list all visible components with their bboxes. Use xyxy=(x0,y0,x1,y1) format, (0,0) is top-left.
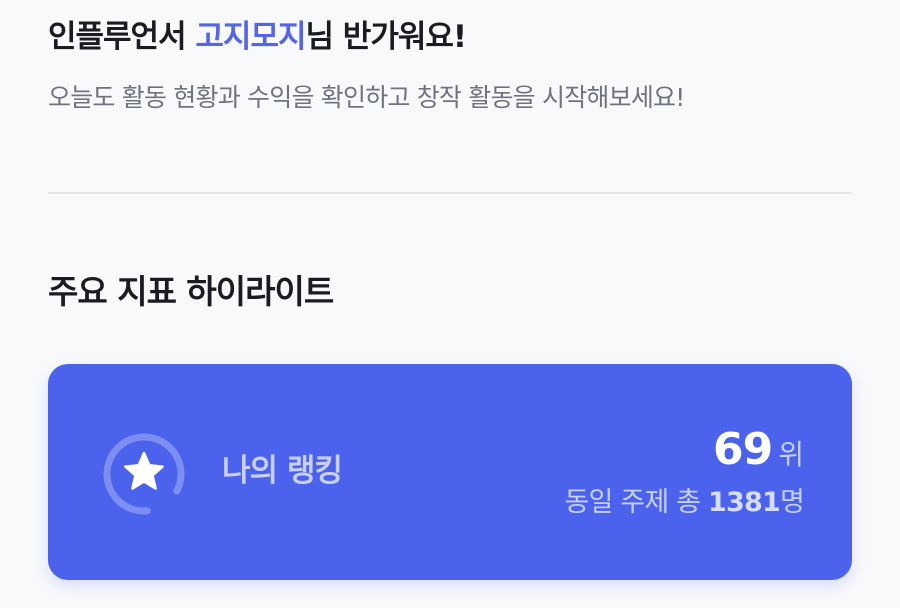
greeting-nickname: 고지모지 xyxy=(195,19,306,55)
star-icon xyxy=(103,433,185,515)
ranking-total-prefix: 동일 주제 총 xyxy=(564,487,708,518)
ranking-total-count: 1381 xyxy=(708,487,781,518)
highlight-section-title: 주요 지표 하이라이트 xyxy=(48,272,334,311)
greeting-suffix: 님 반가워요! xyxy=(305,19,468,55)
ranking-value: 69 위 xyxy=(713,422,804,487)
ranking-label: 나의 랭킹 xyxy=(222,453,343,489)
greeting-subtitle: 오늘도 활동 현황과 수익을 확인하고 창작 활동을 시작해보세요! xyxy=(48,83,685,112)
ranking-total-suffix: 명 xyxy=(779,487,805,518)
section-divider xyxy=(48,192,852,194)
ranking-number: 69 xyxy=(713,424,773,475)
ranking-unit: 위 xyxy=(778,438,804,471)
greeting-title: 인플루언서 고지모지님 반가워요! xyxy=(48,14,468,60)
ranking-total: 동일 주제 총 1381명 xyxy=(564,482,804,524)
ranking-card[interactable]: 나의 랭킹 69 위 동일 주제 총 1381명 xyxy=(48,364,852,580)
greeting-prefix: 인플루언서 xyxy=(48,19,196,55)
